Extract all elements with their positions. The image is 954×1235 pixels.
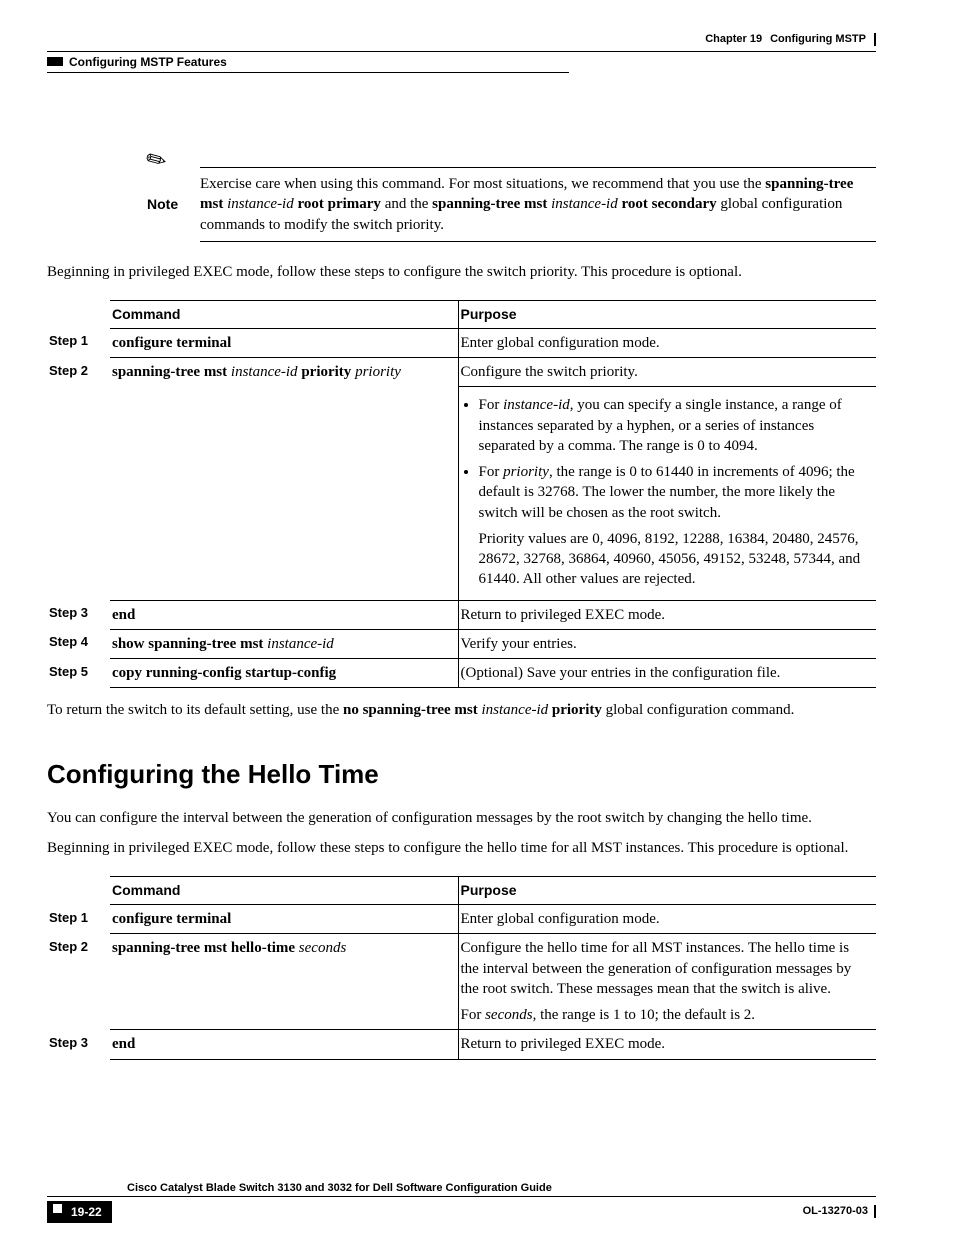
step-label: Step 1 bbox=[47, 328, 110, 357]
cell-purpose: Configure the switch priority. bbox=[458, 358, 876, 387]
pencil-icon: ✎ bbox=[140, 142, 174, 180]
priority-values: Priority values are 0, 4096, 8192, 12288… bbox=[479, 529, 871, 590]
header-rule bbox=[47, 51, 876, 52]
note-top-rule bbox=[200, 167, 876, 169]
step-label: Step 3 bbox=[47, 600, 110, 629]
table-row: Step 2 spanning-tree mst hello-time seco… bbox=[47, 934, 876, 1030]
step-label: Step 2 bbox=[47, 358, 110, 601]
table-row: Step 3 end Return to privileged EXEC mod… bbox=[47, 600, 876, 629]
footer-rule bbox=[47, 1196, 876, 1197]
cell-command: configure terminal bbox=[110, 328, 458, 357]
page-footer: Cisco Catalyst Blade Switch 3130 and 303… bbox=[47, 1181, 876, 1223]
table-row: Step 2 spanning-tree mst instance-id pri… bbox=[47, 358, 876, 387]
cell-purpose: Return to privileged EXEC mode. bbox=[458, 1030, 876, 1059]
footer-row: 19-22 OL-13270-03 bbox=[47, 1201, 876, 1223]
page-header: Chapter 19 Configuring MSTP bbox=[47, 32, 876, 47]
footer-square-icon bbox=[53, 1204, 62, 1213]
section-header: Configuring MSTP Features bbox=[47, 54, 876, 70]
section-heading-hello-time: Configuring the Hello Time bbox=[47, 757, 876, 792]
cell-purpose: Return to privileged EXEC mode. bbox=[458, 600, 876, 629]
col-purpose: Purpose bbox=[458, 877, 876, 905]
note-paragraph: Exercise care when using this command. F… bbox=[200, 174, 876, 235]
intro-paragraph-2b: Beginning in privileged EXEC mode, follo… bbox=[47, 838, 876, 858]
cell-command: spanning-tree mst instance-id priority p… bbox=[110, 358, 458, 601]
note-bottom-rule bbox=[200, 241, 876, 243]
cell-command: show spanning-tree mst instance-id bbox=[110, 629, 458, 658]
table-row: Step 1 configure terminal Enter global c… bbox=[47, 328, 876, 357]
command-table-hello: Command Purpose Step 1 configure termina… bbox=[47, 876, 876, 1059]
cell-purpose: Enter global configuration mode. bbox=[458, 328, 876, 357]
table-header-row: Command Purpose bbox=[47, 301, 876, 329]
cell-purpose: Configure the hello time for all MST ins… bbox=[458, 934, 876, 1030]
footer-doc-id: OL-13270-03 bbox=[803, 1204, 876, 1219]
note-left: ✎ Note bbox=[147, 145, 200, 248]
note-text: Exercise care when using this command. F… bbox=[200, 145, 876, 248]
step-label: Step 5 bbox=[47, 659, 110, 688]
col-command: Command bbox=[110, 301, 458, 329]
list-item: For priority, the range is 0 to 61440 in… bbox=[479, 462, 871, 590]
step-label: Step 3 bbox=[47, 1030, 110, 1059]
list-item: For instance-id, you can specify a singl… bbox=[479, 395, 871, 456]
header-bar-icon bbox=[874, 33, 876, 46]
col-command: Command bbox=[110, 877, 458, 905]
table-header-row: Command Purpose bbox=[47, 877, 876, 905]
cell-command: end bbox=[110, 600, 458, 629]
step-label: Step 2 bbox=[47, 934, 110, 1030]
table-row: Step 4 show spanning-tree mst instance-i… bbox=[47, 629, 876, 658]
cell-command: spanning-tree mst hello-time seconds bbox=[110, 934, 458, 1030]
step-label: Step 4 bbox=[47, 629, 110, 658]
note-block: ✎ Note Exercise care when using this com… bbox=[147, 145, 876, 248]
table-row: Step 1 configure terminal Enter global c… bbox=[47, 905, 876, 934]
table-row: Step 5 copy running-config startup-confi… bbox=[47, 659, 876, 688]
chapter-prefix: Chapter 19 bbox=[705, 32, 762, 47]
bullet-list: For instance-id, you can specify a singl… bbox=[461, 395, 871, 589]
section-title: Configuring MSTP Features bbox=[69, 54, 227, 70]
cell-command: end bbox=[110, 1030, 458, 1059]
cell-purpose: Verify your entries. bbox=[458, 629, 876, 658]
footer-bar-icon bbox=[874, 1205, 876, 1218]
footer-book-title: Cisco Catalyst Blade Switch 3130 and 303… bbox=[127, 1181, 876, 1196]
cell-command: copy running-config startup-config bbox=[110, 659, 458, 688]
intro-paragraph-1: Beginning in privileged EXEC mode, follo… bbox=[47, 262, 876, 282]
purpose-p1: Configure the hello time for all MST ins… bbox=[461, 938, 871, 999]
intro-paragraph-2a: You can configure the interval between t… bbox=[47, 808, 876, 828]
col-purpose: Purpose bbox=[458, 301, 876, 329]
after-table-paragraph: To return the switch to its default sett… bbox=[47, 700, 876, 720]
cell-purpose: (Optional) Save your entries in the conf… bbox=[458, 659, 876, 688]
table-row: Step 3 end Return to privileged EXEC mod… bbox=[47, 1030, 876, 1059]
chapter-title: Configuring MSTP bbox=[770, 32, 866, 47]
cell-purpose-detail: For instance-id, you can specify a singl… bbox=[458, 387, 876, 600]
step-label: Step 1 bbox=[47, 905, 110, 934]
cell-command: configure terminal bbox=[110, 905, 458, 934]
footer-page-badge: 19-22 bbox=[47, 1201, 112, 1223]
header-block-icon bbox=[47, 57, 63, 66]
note-label: Note bbox=[147, 196, 178, 212]
purpose-p2: For seconds, the range is 1 to 10; the d… bbox=[461, 1005, 871, 1025]
cell-purpose: Enter global configuration mode. bbox=[458, 905, 876, 934]
command-table-priority: Command Purpose Step 1 configure termina… bbox=[47, 300, 876, 688]
section-rule bbox=[47, 72, 569, 73]
